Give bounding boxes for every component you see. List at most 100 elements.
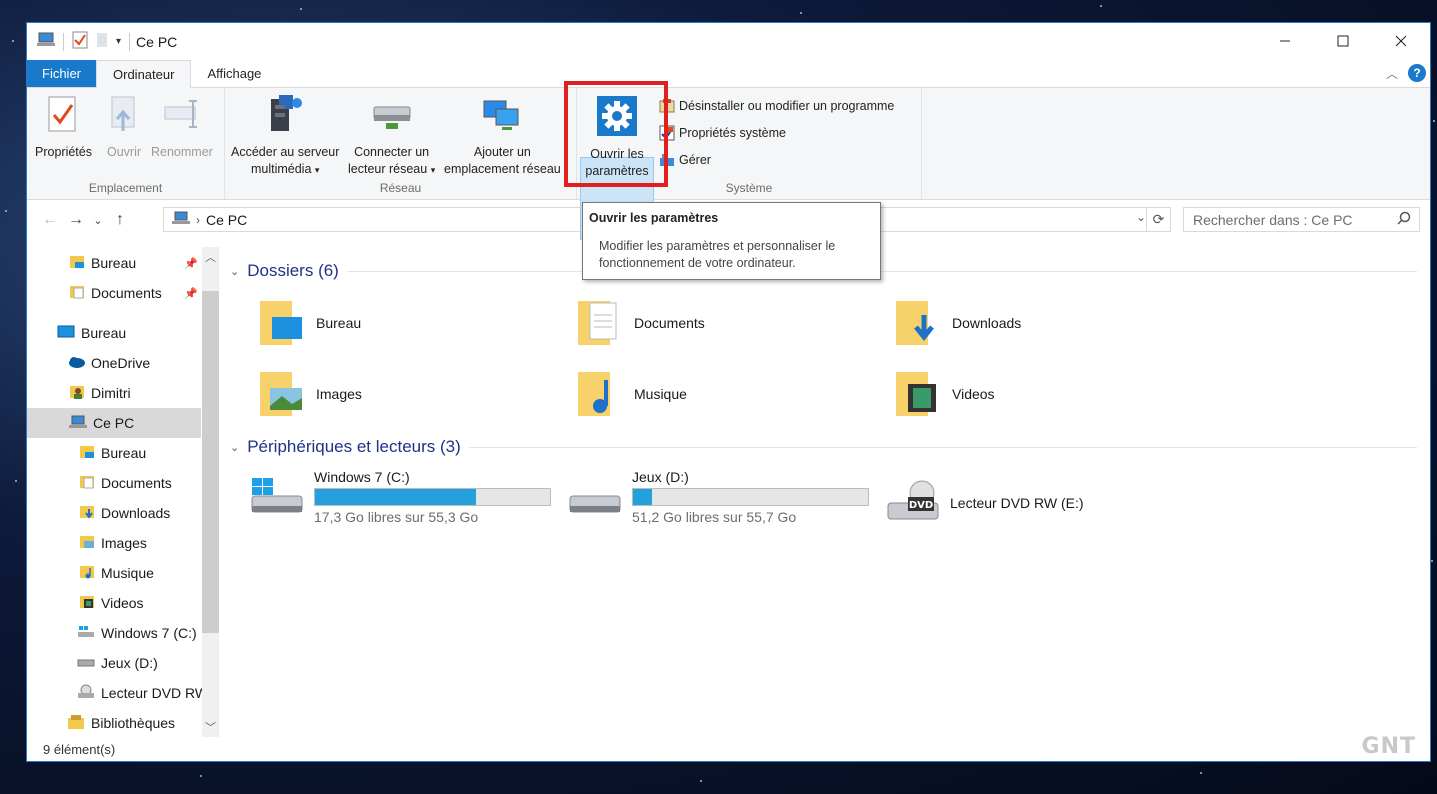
pin-icon[interactable]: 📌 — [184, 257, 198, 270]
add-network-location-button[interactable]: Ajouter un emplacement réseau — [444, 94, 561, 178]
system-properties-button[interactable]: Propriétés système — [659, 125, 786, 141]
title-bar: ▾ Ce PC — [27, 23, 1430, 60]
videos-folder-icon — [79, 594, 95, 613]
nav-item-ce-pc[interactable]: Ce PC — [27, 408, 201, 438]
properties-quick-icon[interactable] — [72, 31, 88, 52]
window-title: Ce PC — [136, 33, 178, 50]
documents-folder-icon — [79, 474, 95, 493]
nav-item-pc-videos[interactable]: Videos — [27, 588, 202, 618]
collapse-ribbon-icon[interactable]: ︿ — [1386, 65, 1398, 82]
folder-tile-bureau[interactable]: Bureau — [258, 295, 361, 350]
network-drive-icon — [372, 95, 412, 138]
highlight-box — [564, 81, 668, 187]
navigation-pane: Bureau 📌 Documents 📌 Bureau OneDrive Dim… — [27, 247, 222, 737]
group-network: Accéder au serveur multimédia ▾ Connecte… — [225, 88, 577, 199]
main-area: Bureau 📌 Documents 📌 Bureau OneDrive Dim… — [27, 247, 1430, 737]
nav-item-pc-bureau[interactable]: Bureau — [27, 438, 202, 468]
recent-locations-chevron-icon[interactable]: ⌄ — [89, 214, 107, 227]
nav-item-bureau-quick[interactable]: Bureau 📌 — [27, 248, 202, 278]
media-server-button[interactable]: Accéder au serveur multimédia ▾ — [231, 94, 339, 179]
nav-item-pc-downloads[interactable]: Downloads — [27, 498, 202, 528]
nav-item-pc-documents[interactable]: Documents — [27, 468, 202, 498]
collapse-chevron-icon[interactable]: ⌄ — [230, 441, 239, 454]
drives-section-header[interactable]: ⌄ Périphériques et lecteurs (3) — [230, 437, 1417, 457]
nav-item-libraries[interactable]: Bibliothèques — [27, 708, 202, 738]
uninstall-program-button[interactable]: Désinstaller ou modifier un programme — [659, 98, 894, 114]
folder-tile-documents[interactable]: Documents — [576, 295, 705, 350]
watermark: GNT — [1361, 734, 1416, 759]
open-button[interactable]: Ouvrir — [104, 94, 144, 161]
properties-button[interactable]: Propriétés — [35, 94, 92, 161]
videos-folder-icon — [894, 366, 940, 421]
libraries-icon — [67, 714, 85, 733]
nav-item-onedrive[interactable]: OneDrive — [27, 348, 202, 378]
folder-tile-videos[interactable]: Videos — [894, 366, 995, 421]
nav-item-documents-quick[interactable]: Documents 📌 — [27, 278, 202, 308]
map-network-drive-button[interactable]: Connecter un lecteur réseau ▾ — [348, 94, 435, 179]
minimize-button[interactable] — [1256, 23, 1314, 59]
nav-item-dimitri[interactable]: Dimitri — [27, 378, 202, 408]
computer-icon — [172, 211, 190, 228]
desktop-folder-icon — [79, 444, 95, 463]
nav-item-drive-c[interactable]: Windows 7 (C:) — [27, 618, 202, 648]
nav-scrollbar[interactable]: ︿ ﹀ — [202, 247, 219, 737]
dvd-drive-icon — [77, 684, 95, 703]
tab-file[interactable]: Fichier — [27, 60, 97, 87]
quick-access-toolbar: ▾ — [37, 31, 131, 52]
dvd-drive-icon: DVD — [886, 479, 940, 526]
tooltip-open-settings: Ouvrir les paramètres Modifier les param… — [582, 202, 881, 280]
pin-icon[interactable]: 📌 — [184, 287, 198, 300]
forward-arrow-icon[interactable]: → — [63, 211, 89, 229]
new-folder-quick-icon[interactable] — [96, 32, 108, 51]
drive-tile-c[interactable]: Windows 7 (C:) 17,3 Go libres sur 55,3 G… — [250, 469, 551, 525]
rename-icon — [163, 95, 201, 138]
media-server-icon — [265, 93, 305, 140]
tab-view[interactable]: Affichage — [191, 60, 277, 87]
back-arrow-icon[interactable]: ← — [37, 211, 63, 229]
music-folder-icon — [79, 564, 95, 583]
desktop-folder-icon — [258, 295, 304, 350]
maximize-button[interactable] — [1314, 23, 1372, 59]
group-location: Propriétés Ouvrir Renommer Emplacement — [27, 88, 225, 199]
up-arrow-icon[interactable]: ↑ — [107, 211, 133, 229]
computer-icon — [37, 32, 55, 51]
hard-drive-icon — [568, 474, 622, 521]
network-location-icon — [482, 95, 522, 138]
nav-item-bureau[interactable]: Bureau — [27, 318, 202, 348]
drive-tile-dvd[interactable]: DVD Lecteur DVD RW (E:) — [886, 479, 1084, 526]
windows-drive-icon — [77, 625, 95, 642]
help-icon[interactable]: ? — [1408, 64, 1426, 82]
downloads-folder-icon — [79, 504, 95, 523]
images-folder-icon — [258, 366, 304, 421]
close-button[interactable] — [1372, 23, 1430, 59]
refresh-icon[interactable]: ⟳ — [1146, 208, 1170, 231]
nav-item-drive-d[interactable]: Jeux (D:) — [27, 648, 202, 678]
folder-tile-musique[interactable]: Musique — [576, 366, 687, 421]
onedrive-cloud-icon — [67, 355, 85, 372]
search-box[interactable]: Rechercher dans : Ce PC — [1183, 207, 1420, 232]
search-icon — [1397, 211, 1411, 228]
drive-usage-fill — [633, 489, 653, 505]
address-dropdown-icon[interactable]: ⌄ — [1136, 210, 1146, 224]
nav-item-dvd-drive[interactable]: Lecteur DVD RW (E:) — [27, 678, 202, 708]
breadcrumb-ce-pc[interactable]: Ce PC — [206, 212, 247, 228]
tab-computer[interactable]: Ordinateur — [96, 60, 192, 88]
ribbon-tabs: Fichier Ordinateur Affichage ︿ ? — [27, 60, 1430, 88]
group-network-label: Réseau — [379, 181, 422, 195]
properties-icon — [47, 95, 79, 138]
scrollbar-thumb[interactable] — [202, 291, 219, 633]
collapse-chevron-icon[interactable]: ⌄ — [230, 265, 239, 278]
customize-dropdown-icon[interactable]: ▾ — [116, 36, 121, 47]
svg-text:DVD: DVD — [909, 500, 933, 511]
drive-tile-d[interactable]: Jeux (D:) 51,2 Go libres sur 55,7 Go — [568, 469, 869, 525]
folder-tile-images[interactable]: Images — [258, 366, 362, 421]
user-folder-icon — [69, 384, 85, 403]
scroll-up-icon[interactable]: ︿ — [202, 249, 219, 265]
hard-drive-icon — [77, 655, 95, 672]
documents-folder-icon — [576, 295, 622, 350]
nav-item-pc-musique[interactable]: Musique — [27, 558, 202, 588]
folder-tile-downloads[interactable]: Downloads — [894, 295, 1021, 350]
scroll-down-icon[interactable]: ﹀ — [202, 719, 219, 735]
rename-button[interactable]: Renommer — [151, 94, 213, 161]
nav-item-pc-images[interactable]: Images — [27, 528, 202, 558]
